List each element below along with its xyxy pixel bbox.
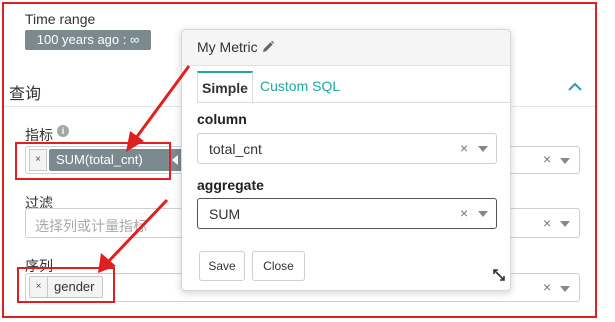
chevron-down-icon[interactable]: [560, 158, 570, 164]
chevron-up-icon[interactable]: [567, 80, 583, 94]
column-clear-icon[interactable]: ×: [460, 140, 468, 156]
aggregate-label: aggregate: [197, 177, 264, 193]
chevron-down-icon[interactable]: [478, 211, 488, 217]
filter-placeholder: 选择列或计量指标: [35, 218, 147, 234]
column-select[interactable]: total_cnt ×: [197, 133, 497, 164]
pencil-icon[interactable]: [261, 40, 275, 54]
query-section-title: 查询: [9, 86, 42, 103]
column-value: total_cnt: [209, 141, 262, 157]
chevron-down-icon[interactable]: [560, 221, 570, 227]
time-range-badge[interactable]: 100 years ago : ∞: [25, 30, 151, 50]
info-icon[interactable]: i: [57, 125, 69, 137]
tab-simple[interactable]: Simple: [197, 71, 253, 103]
filter-clear-icon[interactable]: ×: [543, 215, 551, 231]
series-clear-icon[interactable]: ×: [543, 279, 551, 295]
popover-header: My Metric: [182, 30, 510, 66]
aggregate-select[interactable]: SUM ×: [197, 198, 497, 229]
chevron-down-icon[interactable]: [560, 286, 570, 292]
time-range-label: Time range: [25, 11, 96, 27]
caret-left-icon: [172, 155, 178, 165]
tab-custom-sql[interactable]: Custom SQL: [260, 78, 340, 94]
popover-title[interactable]: My Metric: [197, 39, 258, 55]
resize-icon[interactable]: [492, 268, 506, 282]
save-button[interactable]: Save: [199, 251, 245, 281]
annotation-box-series: [17, 267, 115, 303]
tabs-divider: [197, 102, 512, 103]
aggregate-clear-icon[interactable]: ×: [460, 205, 468, 221]
aggregate-value: SUM: [209, 206, 241, 222]
column-label: column: [197, 111, 247, 127]
metric-clear-icon[interactable]: ×: [543, 151, 551, 167]
close-button[interactable]: Close: [252, 251, 305, 281]
chevron-down-icon[interactable]: [478, 146, 488, 152]
metric-edit-popover: My Metric Simple Custom SQL column total…: [181, 29, 512, 291]
annotation-box-metric: [15, 142, 171, 180]
